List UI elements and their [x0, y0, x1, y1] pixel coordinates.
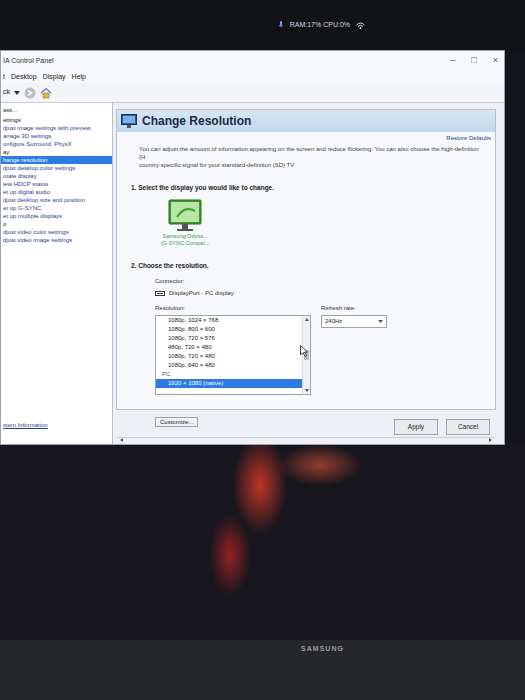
task-item[interactable]: et up multiple displays [1, 212, 112, 220]
window-body: ask... ettingsdjust image settings with p… [1, 103, 504, 444]
dropdown-arrow-icon [14, 91, 20, 95]
task-item[interactable]: djust desktop color settings [1, 164, 112, 172]
maximize-button[interactable]: □ [471, 54, 476, 68]
task-item[interactable]: anage 3D settings [1, 132, 112, 140]
cancel-button[interactable]: Cancel [446, 419, 490, 435]
microphone-icon [278, 21, 284, 29]
back-label: ck [3, 87, 10, 98]
status-text: RAM:17% CPU:0% [290, 20, 350, 31]
refresh-group: Refresh rate: 240Hz [321, 304, 387, 395]
resolution-item[interactable]: 1080p, 720 × 480 [156, 352, 302, 361]
task-item[interactable]: ettings [1, 116, 112, 124]
display-subtitle: (G-SYNC Compat... [155, 240, 215, 247]
menu-item[interactable]: Display [43, 72, 66, 83]
monitor-bezel: SAMSUNG [0, 640, 525, 700]
dropdown-arrow-icon [378, 320, 383, 323]
task-item: ask... [1, 106, 112, 114]
task-item[interactable]: djust video color settings [1, 228, 112, 236]
scroll-right-icon[interactable] [489, 438, 492, 442]
resolution-row: Resolution: 1080p, 1024 × 7681080p, 800 ×… [117, 298, 495, 395]
task-item[interactable]: o [1, 220, 112, 228]
task-item[interactable]: ay [1, 148, 112, 156]
connector-text: DisplayPort - PC display [169, 289, 234, 298]
task-item[interactable]: et up digital audio [1, 188, 112, 196]
description: You can adjust the amount of information… [117, 143, 495, 169]
window-title: IA Control Panel [3, 56, 54, 67]
resolution-item[interactable]: 1080p, 720 × 576 [156, 334, 302, 343]
horizontal-scrollbar[interactable] [117, 437, 495, 442]
screen-edge [505, 50, 525, 445]
scroll-up-icon[interactable] [305, 318, 309, 321]
content-panel: Change Resolution Restore Defaults You can… [116, 109, 496, 410]
mouse-cursor-icon [300, 345, 308, 357]
resolution-list[interactable]: 1080p, 1024 × 7681080p, 800 × 6001080p, … [155, 315, 311, 395]
footer-buttons: Apply Cancel [116, 410, 496, 444]
main-area: Change Resolution Restore Defaults You can… [113, 103, 504, 444]
resolution-item[interactable]: 1920 × 1080 (native) [156, 379, 302, 388]
refresh-value: 240Hz [325, 317, 342, 326]
resolution-item[interactable]: 480p, 720 × 480 [156, 343, 302, 352]
photo: RAM:17% CPU:0% IA Control Panel – □ × t Deskt… [0, 0, 525, 700]
display-icon [155, 199, 215, 233]
resolution-item[interactable]: 1080p, 1024 × 768 [156, 316, 302, 325]
restore-defaults-link[interactable]: Restore Defaults [446, 135, 491, 141]
task-list: ask... ettingsdjust image settings with p… [1, 106, 112, 244]
brand-logo: SAMSUNG [301, 644, 344, 700]
scroll-down-icon[interactable] [305, 389, 309, 392]
window-controls: – □ × [450, 54, 498, 68]
step-two-heading: 2. Choose the resolution. [117, 247, 495, 271]
menu-bar: t Desktop Display Help [1, 71, 504, 83]
wifi-icon [356, 22, 365, 29]
task-item[interactable]: otate display [1, 172, 112, 180]
menu-item[interactable]: t [3, 72, 5, 83]
task-panel: ask... ettingsdjust image settings with p… [1, 103, 113, 444]
refresh-label: Refresh rate: [321, 304, 387, 313]
task-item[interactable]: djust image settings with preview [1, 124, 112, 132]
forward-icon [24, 87, 36, 99]
connector-label: Connector: [155, 277, 495, 286]
page-title: Change Resolution [142, 112, 251, 130]
displayport-icon [155, 291, 165, 296]
task-item[interactable]: onfigure Surround, PhysX [1, 140, 112, 148]
connector-value: DisplayPort - PC display [155, 286, 495, 298]
control-panel-window: IA Control Panel – □ × t Desktop Display Help ck… [0, 50, 505, 445]
close-button[interactable]: × [493, 54, 498, 68]
status-overlay: RAM:17% CPU:0% [0, 0, 525, 50]
task-item[interactable]: et up G-SYNC [1, 204, 112, 212]
resolution-group-header: PC [156, 370, 302, 379]
refresh-rate-dropdown[interactable]: 240Hz [321, 315, 387, 328]
task-item[interactable]: hange resolution [1, 156, 112, 164]
display-selector[interactable]: Samsung Odyss...(G-SYNC Compat... [117, 193, 495, 247]
resolution-items: 1080p, 1024 × 7681080p, 800 × 6001080p, … [156, 316, 302, 394]
resolution-item[interactable]: 1080p, 640 × 480 [156, 361, 302, 370]
task-item[interactable]: djust desktop size and position [1, 196, 112, 204]
customize-row: Customize... [117, 395, 495, 437]
title-bar: IA Control Panel – □ × [1, 51, 504, 71]
connector-group: Connector: DisplayPort - PC display [117, 271, 495, 298]
home-icon [40, 87, 52, 99]
menu-item[interactable]: Help [72, 72, 86, 83]
display-name: Samsung Odyss... [155, 233, 215, 240]
scroll-left-icon[interactable] [120, 438, 123, 442]
description-line: country-specific signal for your standar… [139, 161, 485, 169]
customize-button[interactable]: Customize... [155, 417, 198, 427]
apply-button[interactable]: Apply [394, 419, 438, 435]
restore-row: Restore Defaults [117, 132, 495, 143]
toolbar: ck [1, 83, 504, 103]
minimize-button[interactable]: – [450, 54, 455, 68]
system-information-link[interactable]: stem Information [1, 419, 112, 444]
page-header: Change Resolution [117, 110, 495, 132]
task-item[interactable]: iew HDCP status [1, 180, 112, 188]
resolution-group: Resolution: 1080p, 1024 × 7681080p, 800 ×… [155, 304, 311, 395]
desktop-wallpaper [0, 445, 525, 640]
menu-item[interactable]: Desktop [11, 72, 37, 83]
task-item[interactable]: djust video image settings [1, 236, 112, 244]
resolution-item[interactable]: 1080p, 800 × 600 [156, 325, 302, 334]
description-line: You can adjust the amount of information… [139, 145, 485, 161]
monitor-icon [121, 114, 137, 128]
back-button[interactable]: ck [3, 87, 20, 98]
step-one-heading: 1. Select the display you would like to … [117, 169, 495, 193]
resolution-label: Resolution: [155, 304, 311, 313]
